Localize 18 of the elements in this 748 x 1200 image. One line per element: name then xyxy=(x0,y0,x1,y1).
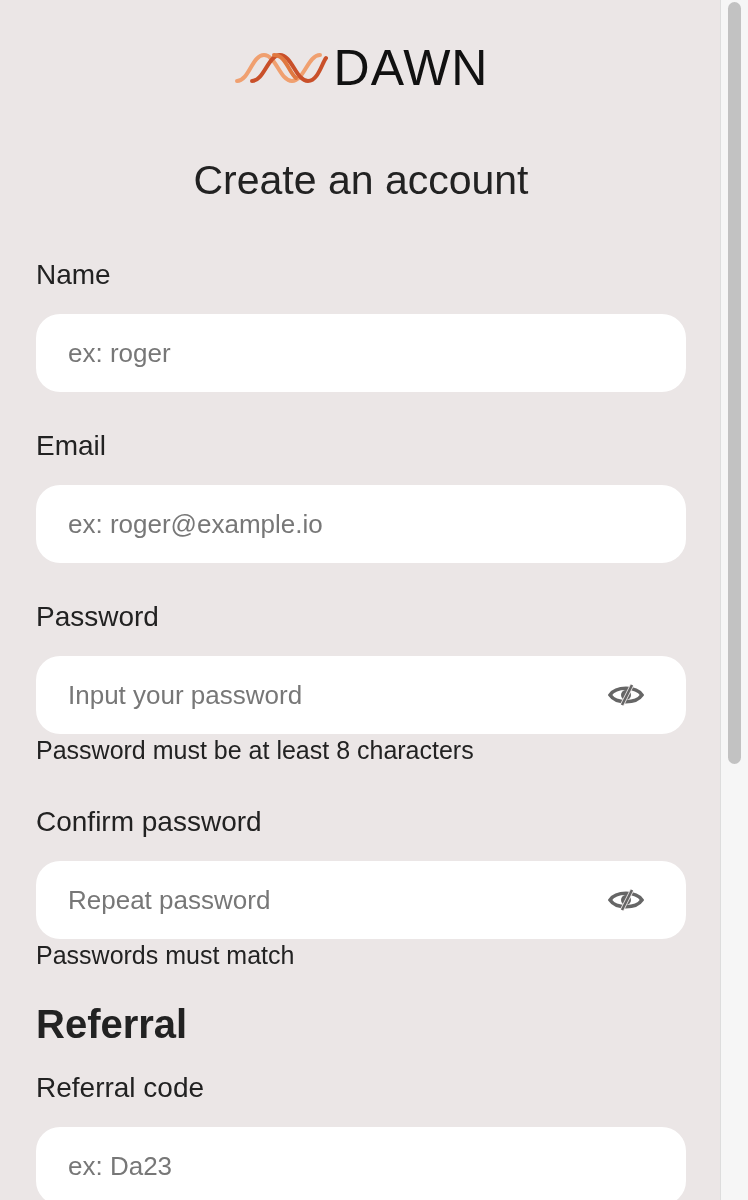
password-field[interactable]: Input your password xyxy=(36,656,686,734)
field-hint: Passwords must match xyxy=(36,940,296,970)
field-hint: Password must be at least 8 characters xyxy=(36,735,475,765)
eye-slash-icon[interactable] xyxy=(608,888,644,912)
scrollbar-thumb[interactable] xyxy=(728,2,741,764)
input-field[interactable]: ex: roger@example.io xyxy=(36,485,686,563)
password-field[interactable]: Repeat password xyxy=(36,861,686,939)
page-title: Create an account xyxy=(192,156,530,205)
eye-slash-icon[interactable] xyxy=(608,683,644,707)
input-field[interactable]: ex: roger xyxy=(36,314,686,392)
field-label: Referral code xyxy=(36,1071,206,1105)
logo-text: DAWN xyxy=(333,44,489,92)
field-label: Email xyxy=(36,429,107,463)
input-field[interactable]: ex: Da23 xyxy=(36,1127,686,1200)
field-label: Password xyxy=(36,600,160,634)
section-heading: Referral xyxy=(36,1001,189,1047)
field-label: Confirm password xyxy=(36,805,263,839)
field-label: Name xyxy=(36,258,112,292)
